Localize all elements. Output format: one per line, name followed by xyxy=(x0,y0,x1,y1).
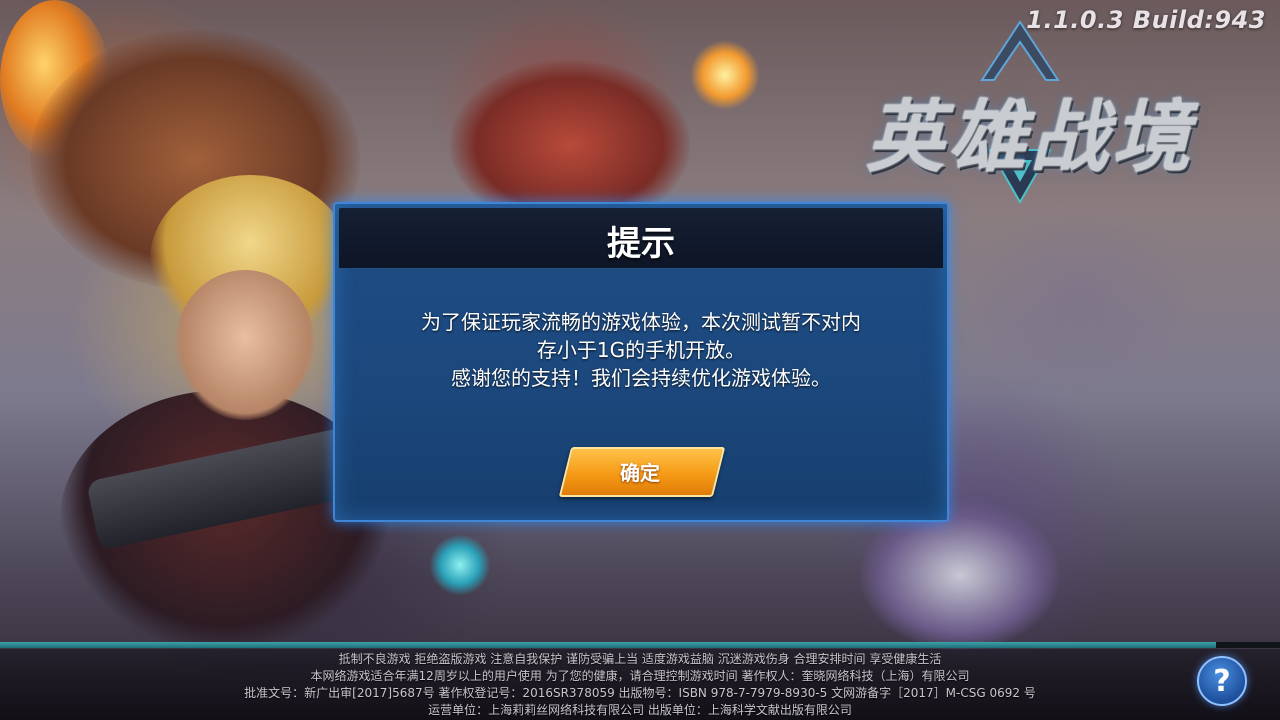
question-icon: ? xyxy=(1213,664,1231,699)
logo-title: 英雄战境 xyxy=(865,93,1194,183)
muzzle-flash xyxy=(690,40,760,110)
energy-orb-art xyxy=(430,535,490,595)
dialog-title: 提示 xyxy=(607,224,675,264)
dialog-message-line: 感谢您的支持！我们会持续优化游戏体验。 xyxy=(451,366,831,390)
footer-line: 本网络游戏适合年满12周岁以上的用户使用 为了您的健康，请合理控制游戏时间 著作… xyxy=(310,669,970,683)
loading-progress-bar xyxy=(0,642,1280,648)
footer-line: 批准文号：新广出审[2017]5687号 著作权登记号：2016SR378059… xyxy=(244,686,1036,700)
hero-face-art xyxy=(175,270,315,420)
game-logo: 英雄战境 xyxy=(780,20,1280,210)
dialog-message: 为了保证玩家流畅的游戏体验，本次测试暂不对内 存小于1G的手机开放。 感谢您的支… xyxy=(365,308,917,392)
notice-dialog: 提示 为了保证玩家流畅的游戏体验，本次测试暂不对内 存小于1G的手机开放。 感谢… xyxy=(333,202,949,522)
dialog-message-line: 为了保证玩家流畅的游戏体验，本次测试暂不对内 xyxy=(421,310,861,334)
confirm-button[interactable]: 确定 xyxy=(558,447,726,497)
legal-footer: 抵制不良游戏 拒绝盗版游戏 注意自我保护 谨防受骗上当 适度游戏益脑 沉迷游戏伤… xyxy=(0,649,1280,720)
confirm-button-label: 确定 xyxy=(620,461,660,485)
help-button[interactable]: ? xyxy=(1197,656,1247,706)
hooded-character-art xyxy=(860,500,1060,650)
footer-line: 抵制不良游戏 拒绝盗版游戏 注意自我保护 谨防受骗上当 适度游戏益脑 沉迷游戏伤… xyxy=(338,652,942,666)
loading-progress-fill xyxy=(0,642,1216,648)
dialog-header: 提示 xyxy=(339,208,943,269)
footer-line: 运营单位：上海莉莉丝网络科技有限公司 出版单位：上海科学文献出版有限公司 xyxy=(428,703,852,717)
dialog-message-line: 存小于1G的手机开放。 xyxy=(536,338,746,362)
